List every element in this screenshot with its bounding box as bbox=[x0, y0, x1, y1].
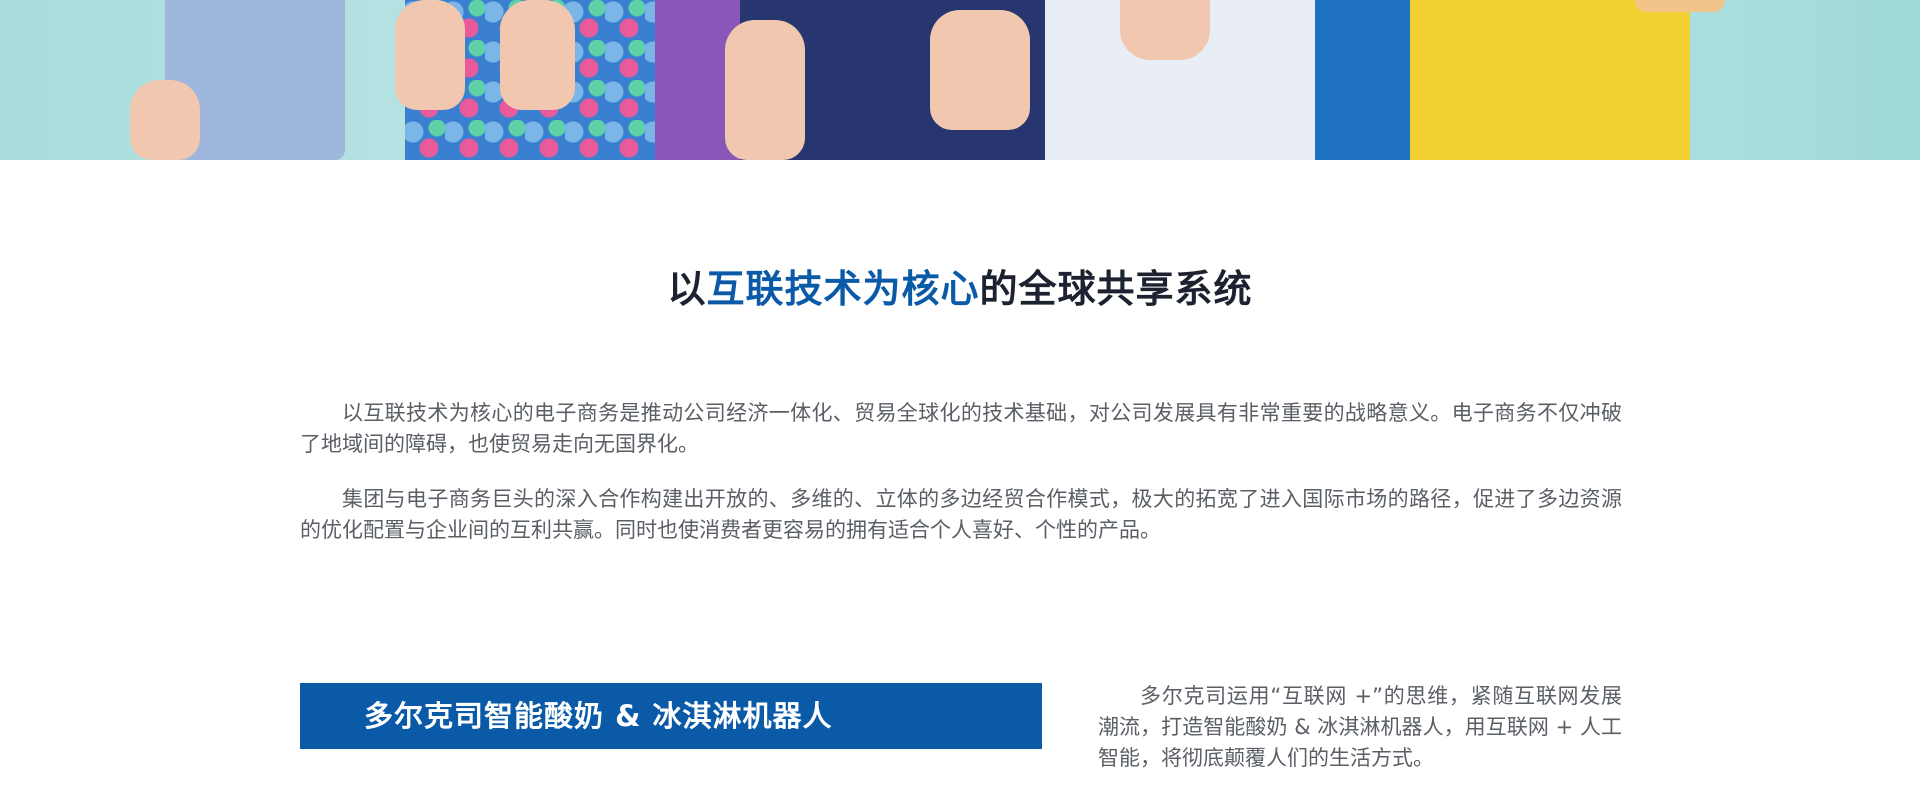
thumbs-up-hand bbox=[1635, 0, 1725, 12]
thumbs-up-hand bbox=[725, 20, 805, 160]
product-banner: 多尔克司智能酸奶 & 冰淇淋机器人 bbox=[300, 683, 1042, 749]
child-figure bbox=[1315, 0, 1425, 160]
child-figure bbox=[1410, 0, 1690, 160]
section-heading: 以互联技术为核心的全球共享系统 bbox=[0, 258, 1920, 313]
hero-banner-image bbox=[0, 0, 1920, 160]
product-banner-title: 多尔克司智能酸奶 & 冰淇淋机器人 bbox=[364, 699, 833, 733]
cooperation-paragraph: 集团与电子商务巨头的深入合作构建出开放的、多维的、立体的多边经贸合作模式，极大的… bbox=[300, 487, 1622, 542]
page: 以互联技术为核心的全球共享系统 以互联技术为核心的电子商务是推动公司经济一体化、… bbox=[0, 0, 1920, 800]
thumbs-up-hand bbox=[130, 80, 200, 160]
thumbs-up-hand bbox=[1120, 0, 1210, 60]
thumbs-up-hand bbox=[395, 0, 465, 110]
heading-highlight: 互联技术为核心 bbox=[706, 267, 980, 311]
thumbs-up-hand bbox=[930, 10, 1030, 130]
heading-suffix: 的全球共享系统 bbox=[979, 267, 1253, 311]
product-description: 多尔克司运用“互联网 +”的思维，紧随互联网发展潮流，打造智能酸奶 & 冰淇淋机… bbox=[1098, 684, 1622, 770]
thumbs-up-hand bbox=[500, 0, 575, 110]
intro-paragraph: 以互联技术为核心的电子商务是推动公司经济一体化、贸易全球化的技术基础，对公司发展… bbox=[300, 401, 1622, 456]
heading-prefix: 以 bbox=[667, 267, 707, 311]
